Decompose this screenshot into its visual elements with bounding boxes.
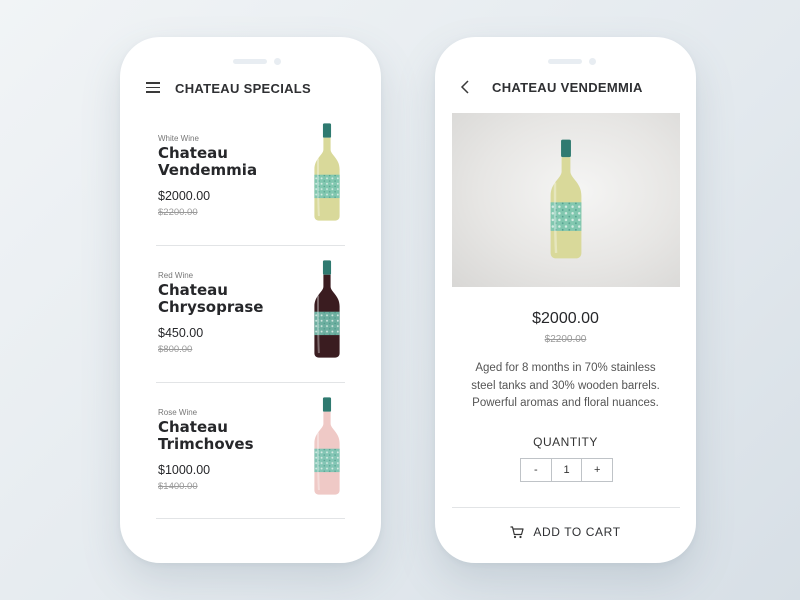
- red-wine-bottle-image: [309, 259, 345, 359]
- quantity-stepper: - 1 +: [520, 458, 613, 482]
- hamburger-menu-icon[interactable]: [146, 82, 160, 93]
- phone-camera: [274, 58, 281, 65]
- quantity-label: QUANTITY: [533, 435, 598, 449]
- phone-speaker: [233, 59, 267, 64]
- product-old-price: $1400.00: [158, 481, 198, 492]
- product-name: Chateau Trimchoves: [158, 418, 254, 453]
- phone-camera: [589, 58, 596, 65]
- shopping-cart-icon: [510, 525, 524, 538]
- product-detail-screen: CHATEAU VENDEMMIA $2000.00 $2200.00 Aged…: [435, 37, 696, 563]
- product-name: Chateau Vendemmia: [158, 144, 258, 179]
- product-card[interactable]: Rose Wine Chateau Trimchoves $1000.00 $1…: [156, 408, 345, 545]
- white-wine-bottle-image: [544, 126, 588, 272]
- add-to-cart-label: ADD TO CART: [533, 525, 621, 539]
- product-category: White Wine: [158, 134, 199, 143]
- product-old-price: $2200.00: [158, 207, 198, 218]
- product-card[interactable]: White Wine Chateau Vendemmia $2000.00 $2…: [156, 134, 345, 271]
- product-list-screen: CHATEAU SPECIALS White Wine Chateau Vend…: [120, 37, 381, 563]
- list-divider: [156, 245, 345, 246]
- white-wine-bottle-image: [309, 122, 345, 222]
- product-price: $450.00: [158, 326, 204, 340]
- product-name: Chateau Chrysoprase: [158, 281, 264, 316]
- decrement-button[interactable]: -: [521, 459, 551, 481]
- increment-button[interactable]: +: [581, 459, 612, 481]
- product-hero-image: [452, 113, 680, 287]
- product-card[interactable]: Red Wine Chateau Chrysoprase $450.00 $80…: [156, 271, 345, 408]
- page-title: CHATEAU SPECIALS: [175, 81, 312, 96]
- product-category: Rose Wine: [158, 408, 198, 417]
- quantity-value[interactable]: 1: [550, 459, 582, 481]
- detail-price: $2000.00: [532, 310, 599, 327]
- product-price: $1000.00: [158, 463, 211, 477]
- product-category: Red Wine: [158, 271, 194, 280]
- product-price: $2000.00: [158, 189, 211, 203]
- chevron-left-icon[interactable]: [459, 80, 471, 94]
- product-description: Aged for 8 months in 70% stainless steel…: [471, 362, 660, 409]
- list-divider: [156, 382, 345, 383]
- product-old-price: $800.00: [158, 344, 193, 355]
- divider: [452, 507, 680, 508]
- add-to-cart-button[interactable]: ADD TO CART: [435, 521, 696, 543]
- detail-old-price: $2200.00: [544, 334, 587, 345]
- phone-speaker: [548, 59, 582, 64]
- page-title: CHATEAU VENDEMMIA: [492, 80, 643, 95]
- rose-wine-bottle-image: [309, 396, 345, 496]
- list-divider: [156, 518, 345, 519]
